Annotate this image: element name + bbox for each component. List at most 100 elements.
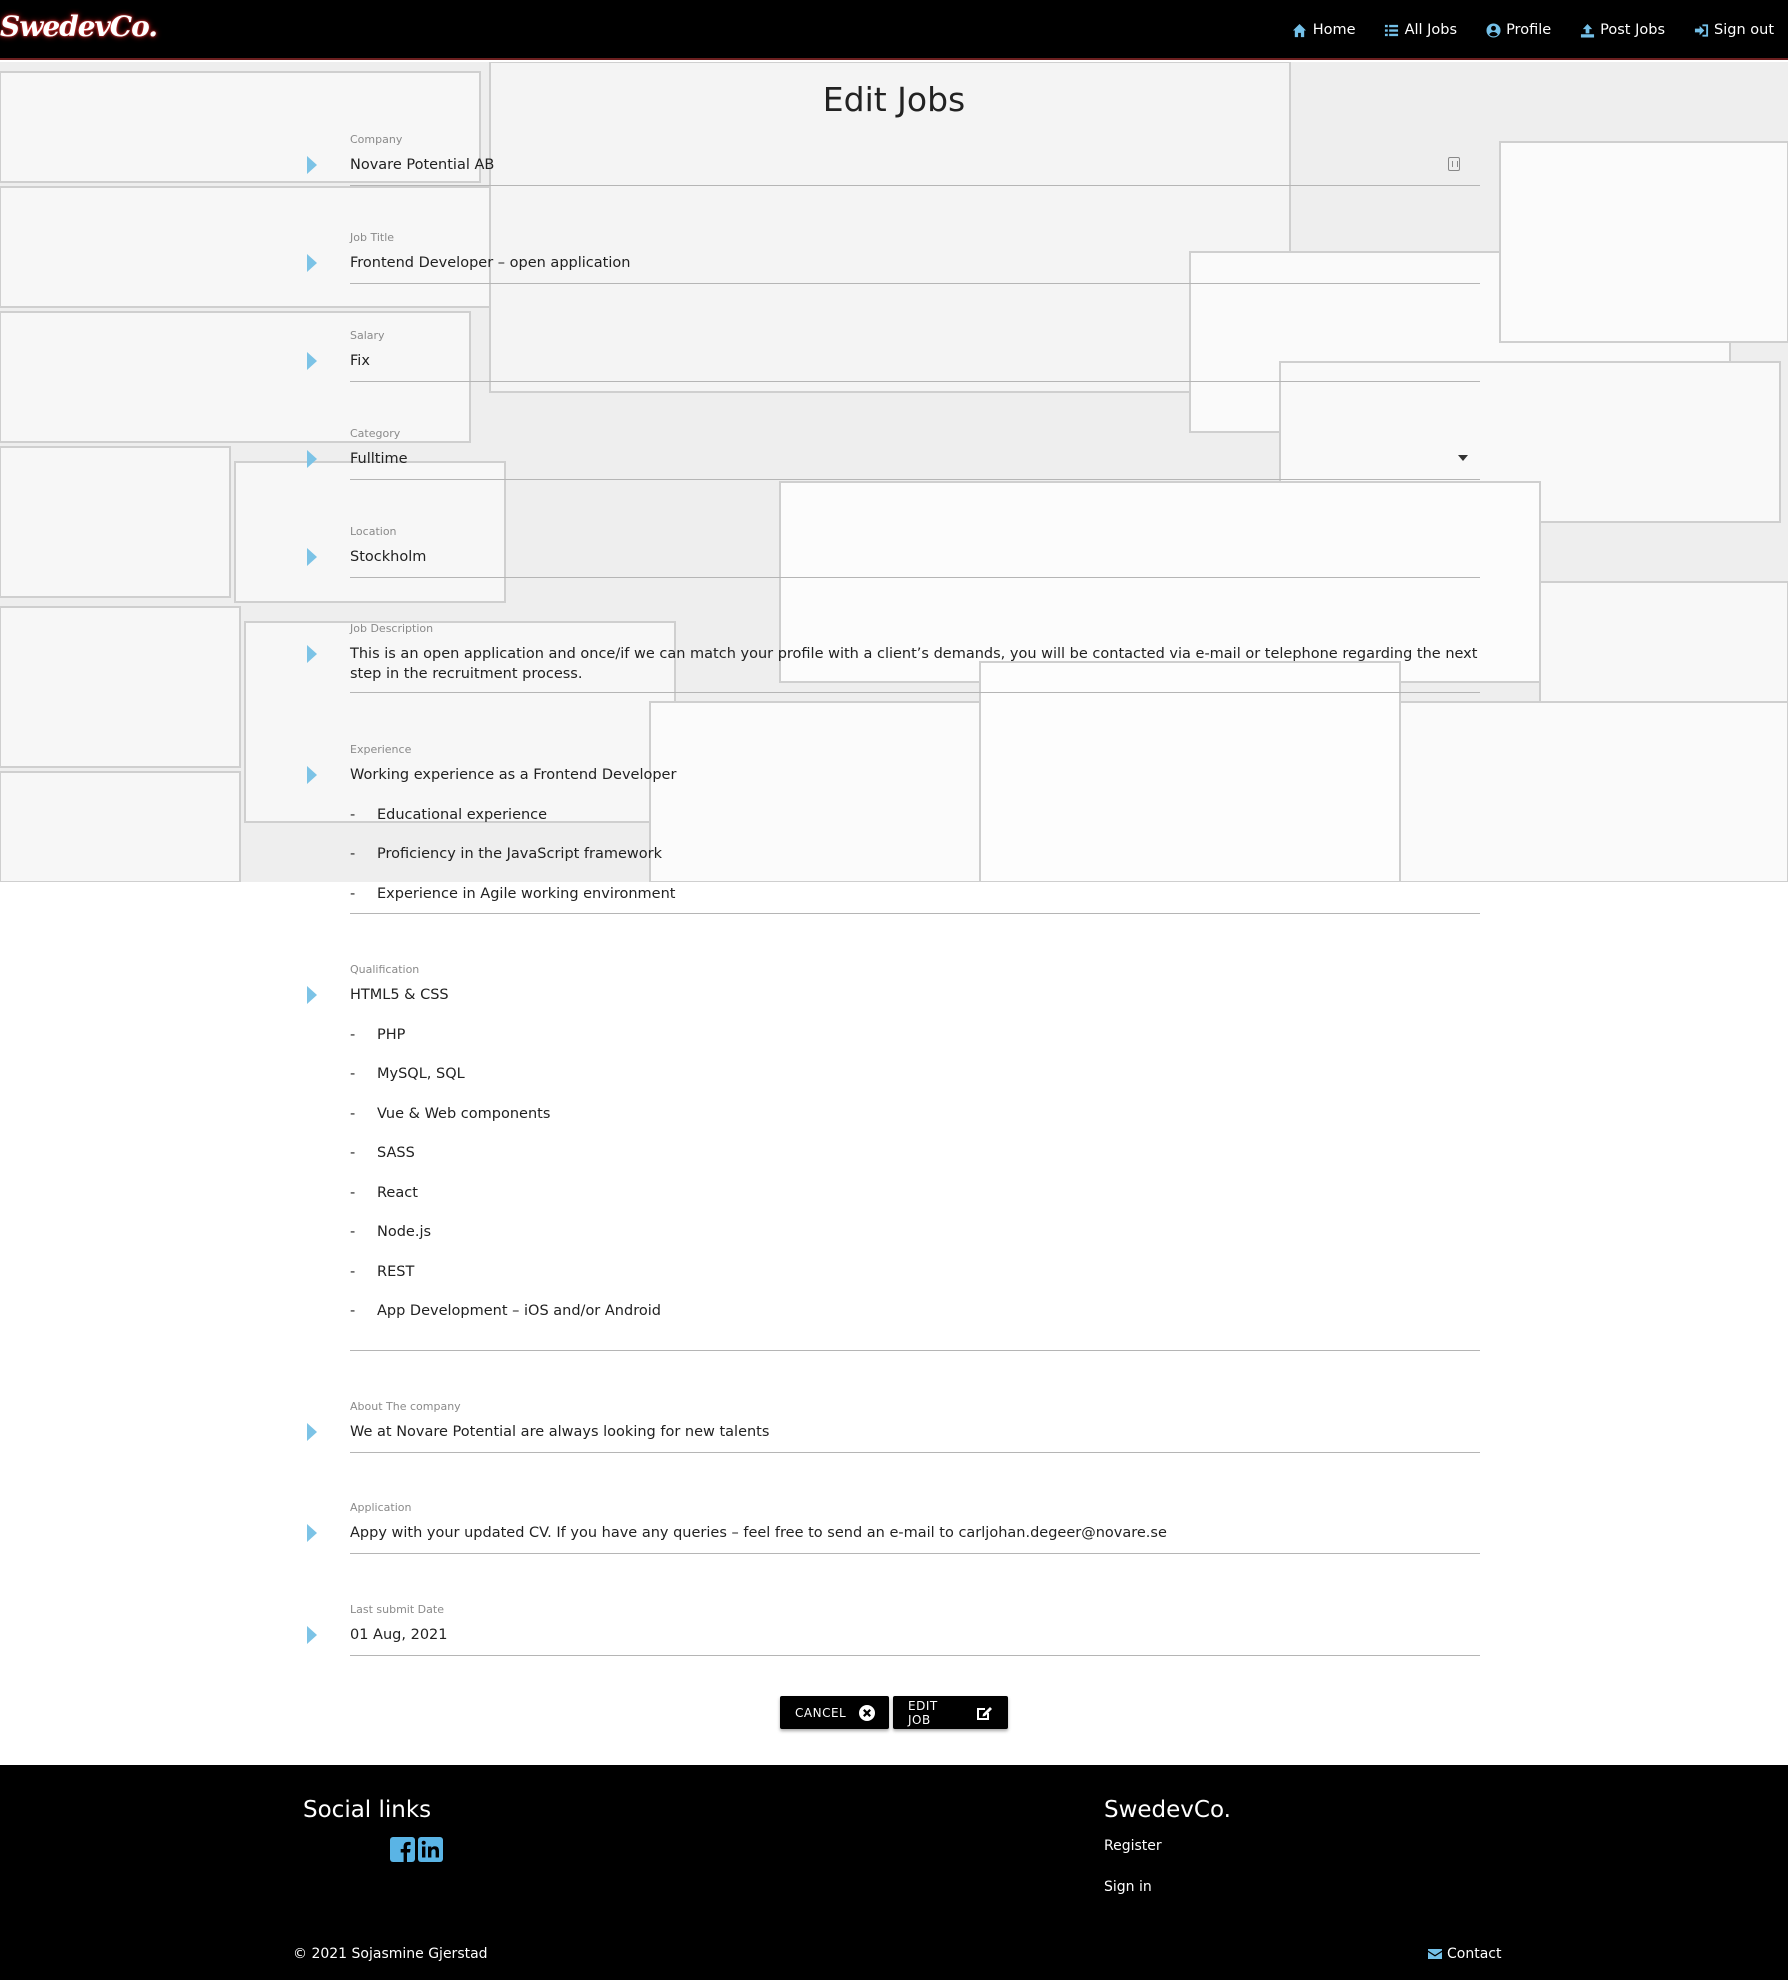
- brand-logo[interactable]: SwedevCo.: [0, 10, 158, 43]
- category-label: Category: [350, 427, 401, 440]
- salary-value: Fix: [350, 353, 370, 369]
- company-input[interactable]: Novare Potential AB: [350, 155, 1480, 186]
- envelope-icon: [1428, 1949, 1442, 1959]
- nav-all-jobs[interactable]: All Jobs: [1384, 22, 1458, 38]
- last-submit-date-label: Last submit Date: [350, 1603, 444, 1616]
- qualification-textarea[interactable]: HTML5 & CSS - PHP - MySQL, SQL - Vue & Web …: [350, 985, 1480, 1351]
- list-item: - SASS: [350, 1145, 415, 1161]
- edit-job-button[interactable]: EDIT JOB: [893, 1696, 1008, 1729]
- social-links: [390, 1837, 443, 1862]
- field-arrow-icon: [307, 1524, 317, 1542]
- job-title-input[interactable]: Frontend Developer – open application: [350, 253, 1480, 284]
- register-link[interactable]: Register: [1104, 1838, 1162, 1854]
- nav-sign-out-label: Sign out: [1714, 22, 1774, 38]
- list-item: - Experience in Agile working environment: [350, 885, 676, 902]
- navbar: SwedevCo. Home All Jobs Profile Post Job…: [0, 0, 1788, 60]
- about-company-label: About The company: [350, 1400, 461, 1413]
- salary-input[interactable]: Fix: [350, 351, 1480, 382]
- field-arrow-icon: [307, 1423, 317, 1441]
- nav-all-jobs-label: All Jobs: [1404, 22, 1458, 38]
- company-label: Company: [350, 133, 403, 146]
- linkedin-icon[interactable]: [418, 1837, 443, 1862]
- location-value: Stockholm: [350, 549, 427, 565]
- about-company-field: About The company We at Novare Potential…: [300, 1400, 1480, 1455]
- home-icon: [1292, 22, 1308, 38]
- sign-out-icon: [1693, 22, 1709, 38]
- sign-in-link[interactable]: Sign in: [1104, 1879, 1152, 1895]
- footer: Social links SwedevCo. Register Sign in …: [0, 1765, 1788, 1980]
- list-icon: [1384, 22, 1400, 38]
- application-label: Application: [350, 1501, 412, 1514]
- company-field: Company Novare Potential AB: [300, 133, 1480, 188]
- application-input[interactable]: Appy with your updated CV. If you have a…: [350, 1523, 1480, 1554]
- field-arrow-icon: [307, 352, 317, 370]
- last-submit-date-value: 01 Aug, 2021: [350, 1627, 448, 1643]
- qualification-first-line: HTML5 & CSS: [350, 987, 449, 1003]
- location-label: Location: [350, 525, 397, 538]
- location-field: Location Stockholm: [300, 525, 1480, 580]
- field-arrow-icon: [307, 645, 317, 663]
- social-links-heading: Social links: [303, 1797, 432, 1823]
- nav-post-jobs-label: Post Jobs: [1600, 22, 1666, 38]
- category-value: Fulltime: [350, 451, 408, 467]
- contact-link[interactable]: Contact: [1428, 1946, 1501, 1962]
- nav-home[interactable]: Home: [1292, 22, 1356, 38]
- facebook-icon[interactable]: [390, 1837, 415, 1862]
- about-company-value: We at Novare Potential are always lookin…: [350, 1424, 770, 1440]
- experience-field: Experience Working experience as a Front…: [300, 743, 1480, 915]
- nav-menu: Home All Jobs Profile Post Jobs Sign out: [1292, 0, 1774, 60]
- job-title-label: Job Title: [350, 231, 395, 244]
- job-description-label: Job Description: [350, 622, 434, 635]
- nav-home-label: Home: [1312, 22, 1356, 38]
- location-input[interactable]: Stockholm: [350, 547, 1480, 578]
- edit-icon: [975, 1704, 993, 1722]
- field-arrow-icon: [307, 254, 317, 272]
- page-title: Edit Jobs: [822, 80, 966, 119]
- contact-card-icon: [1448, 157, 1460, 171]
- qualification-field: Qualification HTML5 & CSS - PHP - MySQL, S…: [300, 963, 1480, 1352]
- application-field: Application Appy with your updated CV. I…: [300, 1501, 1480, 1556]
- field-arrow-icon: [307, 548, 317, 566]
- caret-down-icon[interactable]: [1458, 455, 1468, 461]
- contact-label: Contact: [1447, 1946, 1502, 1962]
- list-item: - MySQL, SQL: [350, 1066, 465, 1082]
- list-item: - App Development – iOS and/or Android: [350, 1303, 661, 1319]
- copyright-text: © 2021 Sojasmine Gjerstad: [293, 1946, 488, 1962]
- qualification-label: Qualification: [350, 963, 420, 976]
- field-arrow-icon: [307, 766, 317, 784]
- experience-textarea[interactable]: Working experience as a Frontend Develop…: [350, 765, 1480, 914]
- field-arrow-icon: [307, 156, 317, 174]
- field-arrow-icon: [307, 986, 317, 1004]
- application-value: Appy with your updated CV. If you have a…: [350, 1525, 1167, 1541]
- experience-label: Experience: [350, 743, 412, 756]
- last-submit-date-field: Last submit Date 01 Aug, 2021: [300, 1603, 1480, 1658]
- list-item: - Proficiency in the JavaScript framework: [350, 846, 663, 862]
- nav-profile-label: Profile: [1506, 22, 1552, 38]
- experience-first-line: Working experience as a Frontend Develop…: [350, 767, 677, 783]
- list-item: - REST: [350, 1263, 415, 1280]
- job-description-field: Job Description This is an open applicat…: [300, 622, 1480, 694]
- job-description-value: This is an open application and once/if …: [350, 646, 1478, 682]
- list-item: - Educational experience: [350, 806, 548, 823]
- cancel-button[interactable]: CANCEL: [780, 1696, 889, 1729]
- list-item: - PHP: [350, 1026, 406, 1043]
- last-submit-date-input[interactable]: 01 Aug, 2021: [350, 1625, 1480, 1656]
- nav-sign-out[interactable]: Sign out: [1693, 22, 1774, 38]
- footer-brand-heading: SwedevCo.: [1104, 1797, 1231, 1823]
- edit-job-button-label: EDIT JOB: [908, 1698, 938, 1727]
- times-circle-icon: [858, 1704, 876, 1722]
- category-select[interactable]: Fulltime: [350, 449, 1480, 480]
- job-title-value: Frontend Developer – open application: [350, 255, 631, 271]
- list-item: - Node.js: [350, 1224, 432, 1240]
- salary-field: Salary Fix: [300, 329, 1480, 384]
- field-arrow-icon: [307, 1626, 317, 1644]
- salary-label: Salary: [350, 329, 385, 342]
- cancel-button-label: CANCEL: [795, 1705, 847, 1720]
- nav-profile[interactable]: Profile: [1485, 22, 1551, 38]
- nav-post-jobs[interactable]: Post Jobs: [1579, 22, 1665, 38]
- field-arrow-icon: [307, 450, 317, 468]
- about-company-input[interactable]: We at Novare Potential are always lookin…: [350, 1422, 1480, 1453]
- list-item: - React: [350, 1184, 418, 1201]
- upload-icon: [1579, 22, 1595, 38]
- job-description-textarea[interactable]: This is an open application and once/if …: [350, 644, 1480, 693]
